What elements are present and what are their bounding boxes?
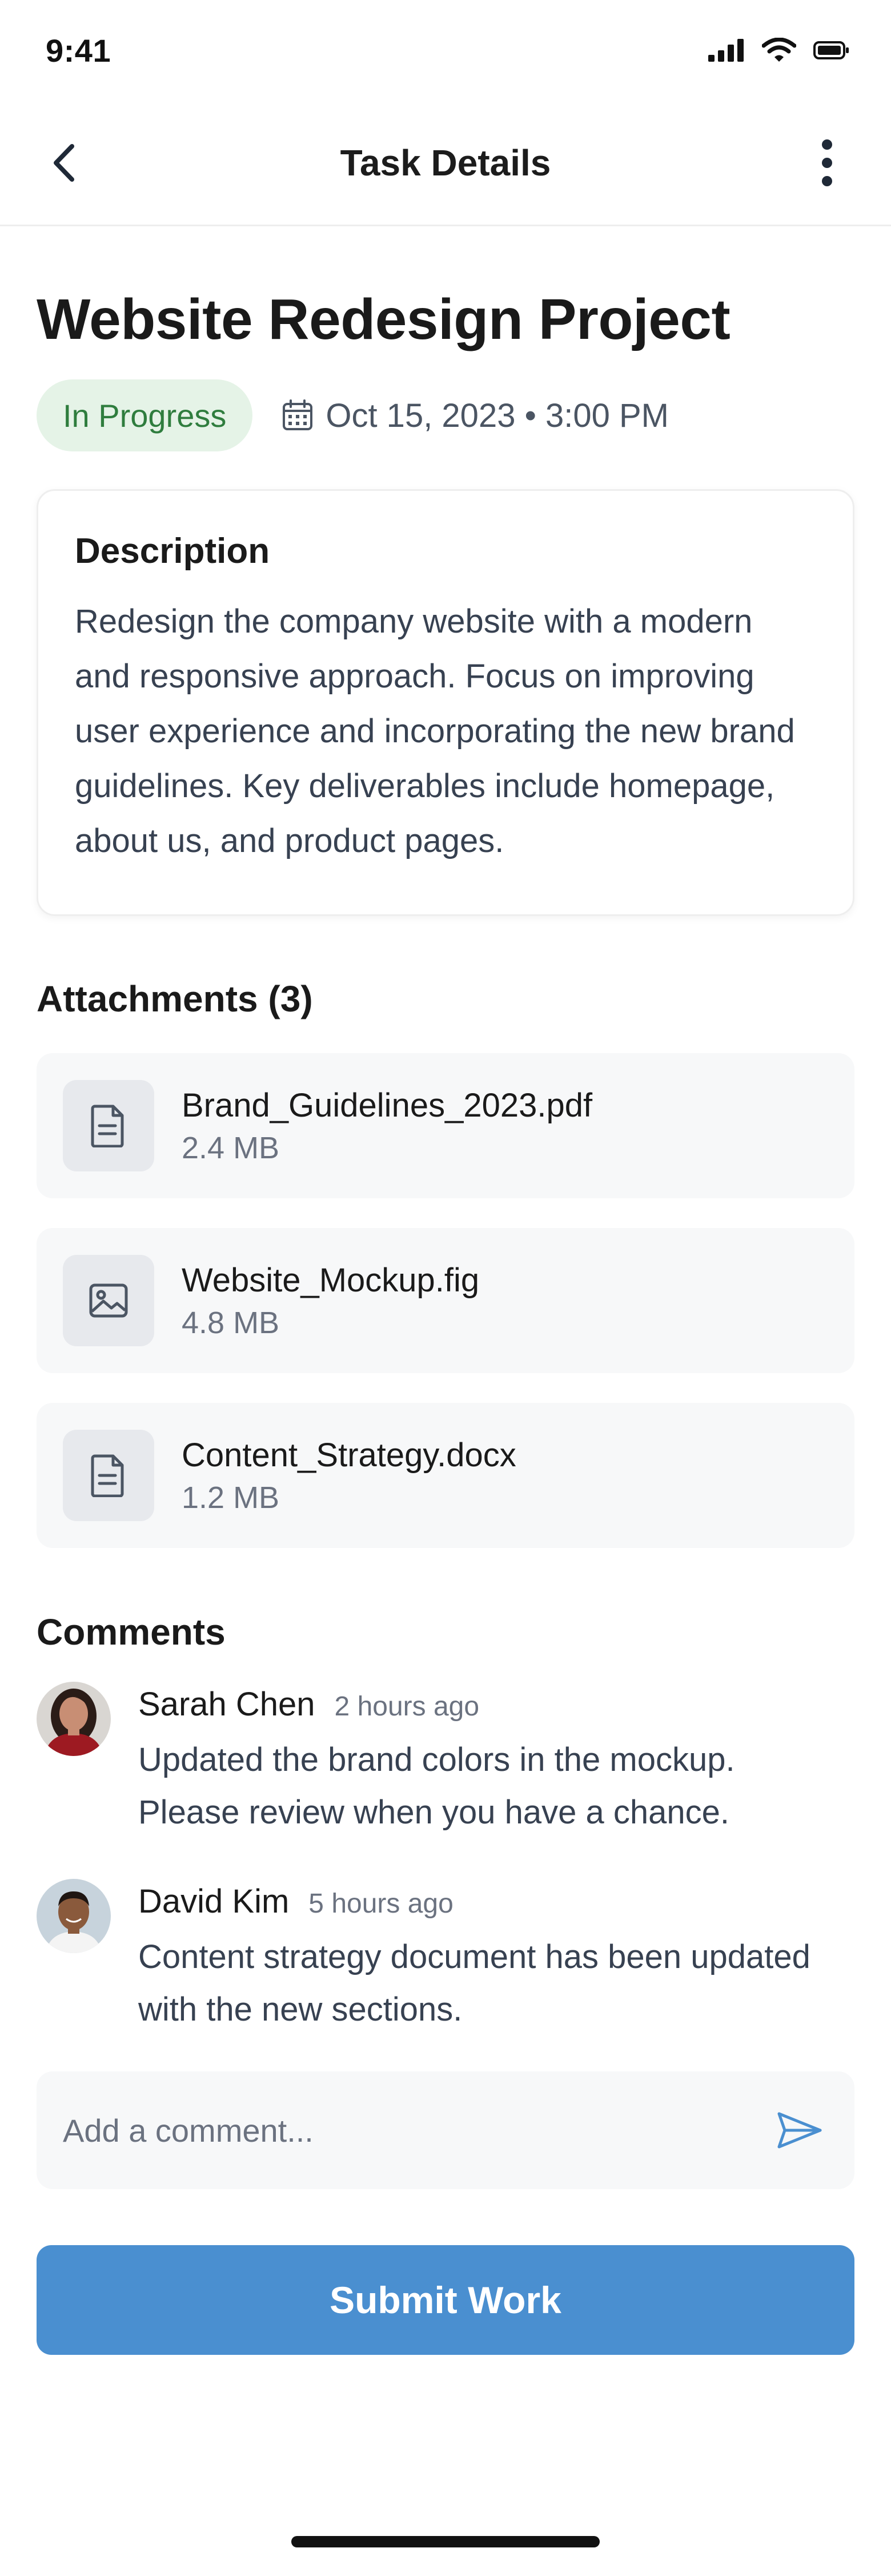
comment-body: Sarah Chen 2 hours ago Updated the brand… [138,1682,824,1839]
status-badge: In Progress [37,379,253,451]
status-time: 9:41 [46,32,111,69]
image-icon [89,1283,128,1318]
file-name: Website_Mockup.fig [182,1261,480,1299]
comment-text: Updated the brand colors in the mockup. … [138,1741,735,1831]
send-icon [777,2112,822,2149]
comment-text: Content strategy document has been updat… [138,1938,810,2028]
file-icon-container [63,1080,154,1171]
battery-icon [813,41,849,59]
status-icons [708,38,850,63]
comment-item: Sarah Chen 2 hours ago Updated the brand… [37,1682,854,1839]
comment-body: David Kim 5 hours ago Content strategy d… [138,1879,869,2036]
task-title: Website Redesign Project [37,287,731,351]
task-meta: In Progress Oct 15, 2023 • 3:00 PM [37,379,854,451]
comment-author: David Kim [138,1883,290,1920]
back-button[interactable] [37,135,91,190]
main-content: Website Redesign Project In Progress Oct… [0,288,891,2355]
file-info: Brand_Guidelines_2023.pdf 2.4 MB [182,1086,592,1166]
more-vertical-icon [822,139,832,186]
file-size: 1.2 MB [182,1480,280,1515]
comment-time: 5 hours ago [308,1889,453,1919]
submit-work-button[interactable]: Submit Work [37,2245,854,2355]
comment-input[interactable] [63,2111,771,2149]
avatar[interactable] [37,1682,111,1756]
cellular-signal-icon [708,39,744,62]
app-header: Task Details [0,101,891,226]
document-icon [91,1105,124,1147]
attachments-list: Brand_Guidelines_2023.pdf 2.4 MB Website… [37,1053,854,1548]
calendar-icon [283,399,313,430]
comment-header: David Kim 5 hours ago [138,1882,869,1921]
home-indicator [291,2536,600,2547]
more-options-button[interactable] [800,135,854,190]
file-size: 2.4 MB [182,1130,280,1165]
page-title: Task Details [340,142,551,183]
attachment-item[interactable]: Brand_Guidelines_2023.pdf 2.4 MB [37,1053,854,1198]
attachments-title: Attachments (3) [37,978,313,1019]
send-button[interactable] [771,2102,828,2159]
chevron-left-icon [54,143,74,182]
comment-item: David Kim 5 hours ago Content strategy d… [37,1879,854,2036]
comments-list: Sarah Chen 2 hours ago Updated the brand… [37,1682,854,2036]
attachment-item[interactable]: Website_Mockup.fig 4.8 MB [37,1228,854,1373]
comment-header: Sarah Chen 2 hours ago [138,1685,824,1723]
file-info: Content_Strategy.docx 1.2 MB [182,1436,516,1515]
file-name: Content_Strategy.docx [182,1436,516,1474]
wifi-icon [762,38,796,62]
comment-author: Sarah Chen [138,1686,315,1723]
description-title: Description [75,531,270,571]
due-date-text: Oct 15, 2023 • 3:00 PM [326,397,669,434]
file-info: Website_Mockup.fig 4.8 MB [182,1261,479,1341]
description-text: Redesign the company website with a mode… [75,603,795,859]
file-icon-container [63,1255,154,1346]
status-bar: 9:41 [0,0,891,101]
avatar[interactable] [37,1879,111,1953]
comments-title: Comments [37,1611,226,1653]
attachment-item[interactable]: Content_Strategy.docx 1.2 MB [37,1403,854,1548]
file-name: Brand_Guidelines_2023.pdf [182,1086,593,1124]
due-date: Oct 15, 2023 • 3:00 PM [281,397,669,435]
task-details-screen: 9:41 Task Details Website Redesign Proje… [0,0,891,2576]
file-icon-container [63,1430,154,1521]
comment-time: 2 hours ago [334,1691,480,1722]
file-size: 4.8 MB [182,1305,280,1340]
description-card: Description Redesign the company website… [37,489,854,916]
comment-input-bar [37,2071,854,2189]
document-icon [91,1454,124,1497]
